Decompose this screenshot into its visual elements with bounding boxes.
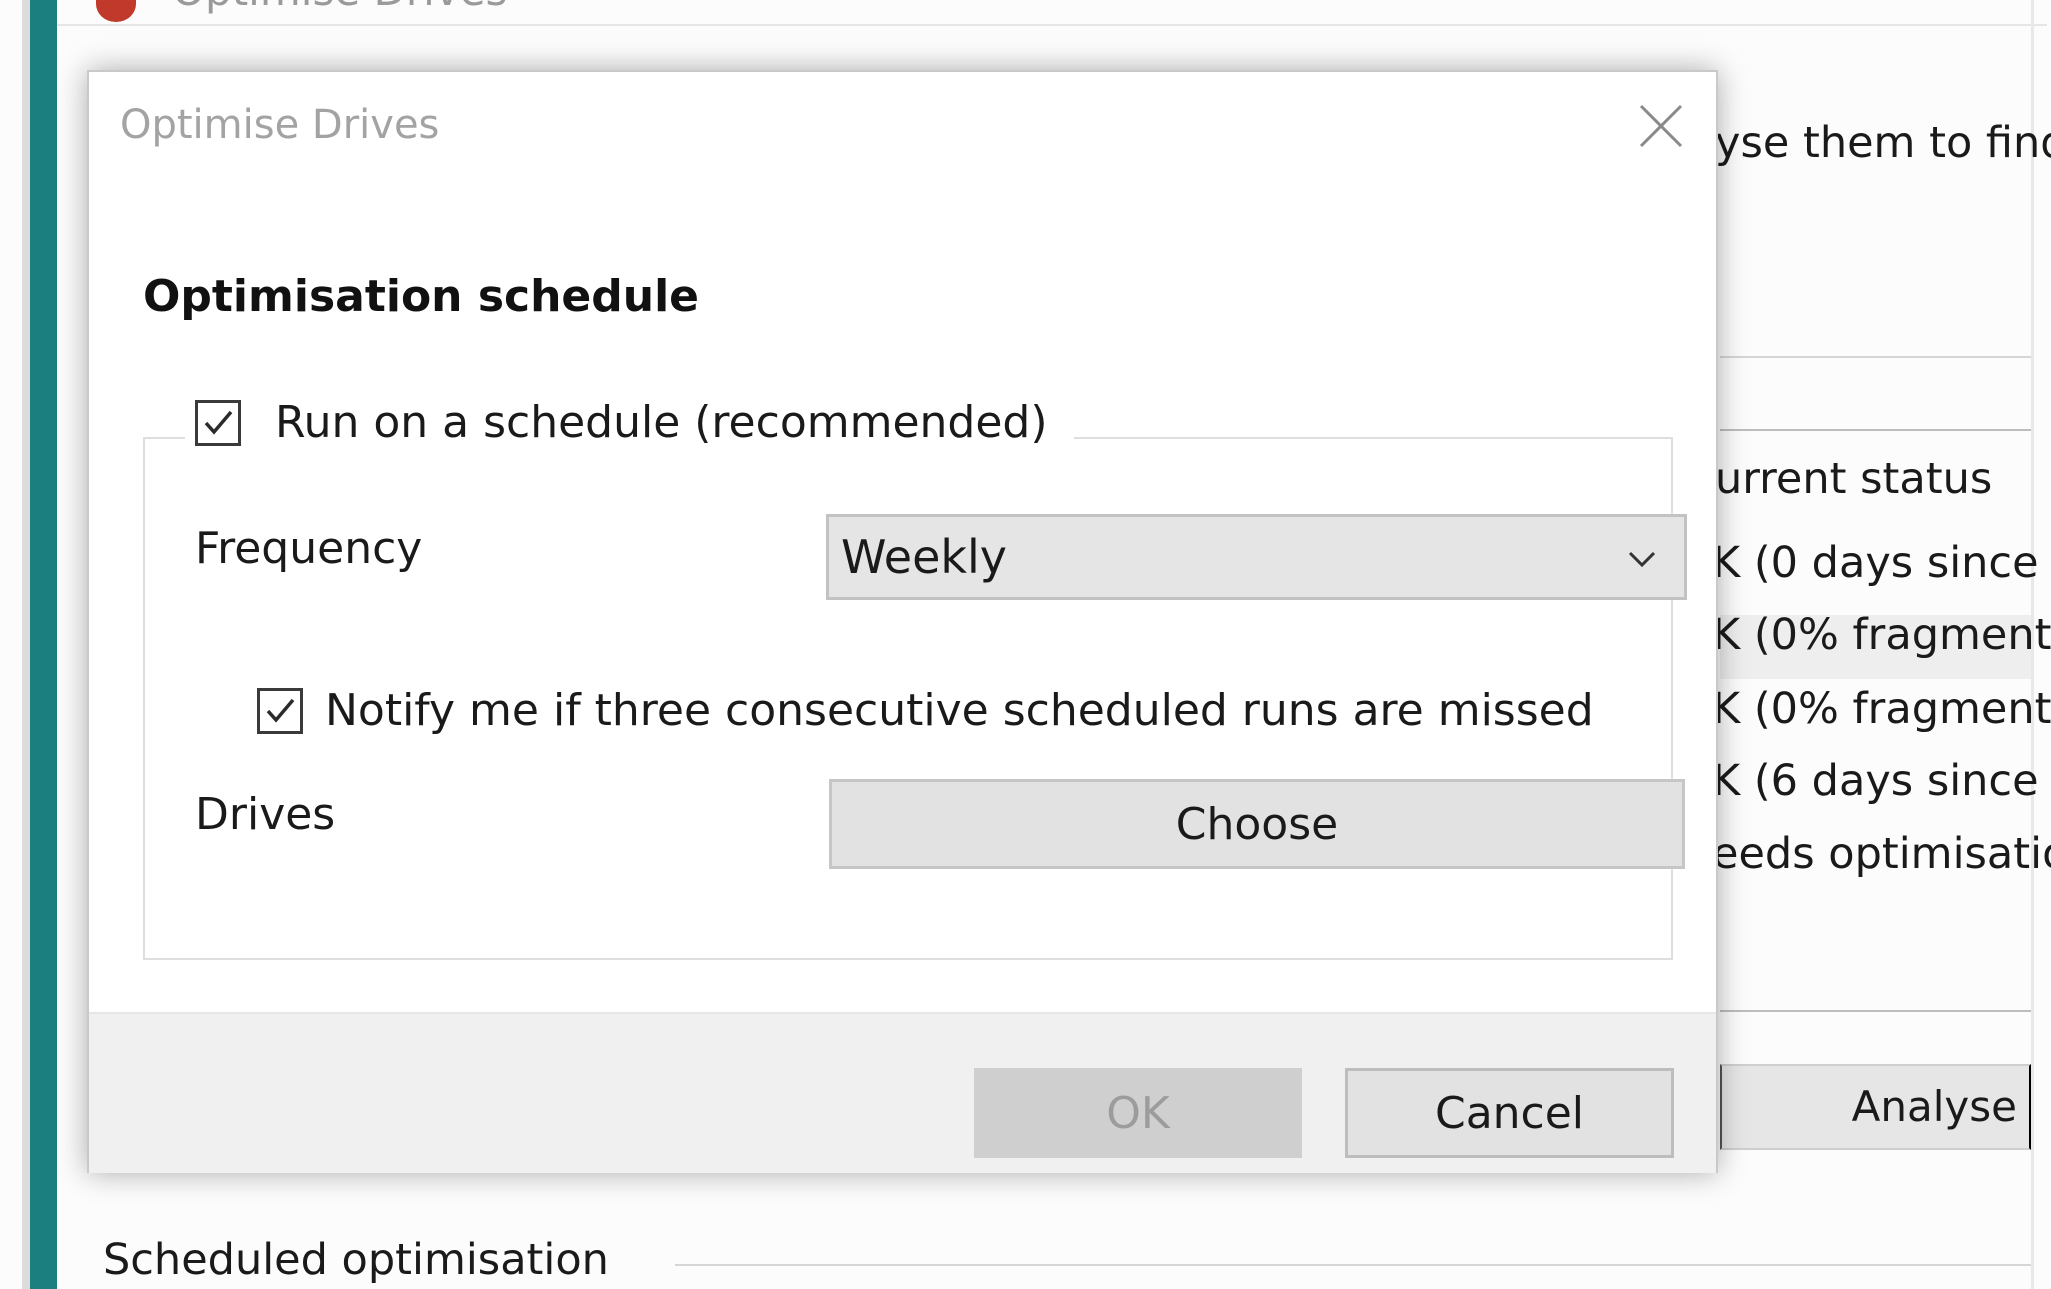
section-heading: Optimisation schedule [143, 271, 699, 322]
current-status-column-header[interactable]: urrent status [1715, 454, 1992, 504]
section-divider [675, 1264, 2031, 1266]
accent-bar [30, 0, 57, 1289]
list-bottom-divider [1720, 1010, 2031, 1012]
run-on-schedule-row: Run on a schedule (recommended) [185, 397, 1074, 448]
dialog-footer: OK Cancel [89, 1012, 1716, 1173]
status-cell[interactable]: K (0 days since l [1712, 538, 2051, 588]
status-cell[interactable]: K (0% fragment [1712, 610, 2051, 660]
analyse-button[interactable]: Analyse [1720, 1064, 2031, 1150]
background-window-title: Optimise Drives [172, 0, 507, 15]
frequency-selected-value: Weekly [841, 530, 1008, 584]
description-text: yse them to find [1715, 118, 2051, 168]
schedule-group: Run on a schedule (recommended) Frequenc… [143, 397, 1687, 960]
scheduled-optimisation-label: Scheduled optimisation [103, 1235, 609, 1285]
notify-row: Notify me if three consecutive scheduled… [257, 685, 1594, 736]
chevron-down-icon [1628, 551, 1656, 568]
optimisation-schedule-dialog: Optimise Drives Optimisation schedule Ru… [87, 70, 1718, 1173]
status-cell[interactable]: K (6 days since l [1712, 756, 2051, 806]
cancel-button[interactable]: Cancel [1345, 1068, 1674, 1158]
run-on-schedule-label[interactable]: Run on a schedule (recommended) [275, 397, 1048, 448]
ok-button[interactable]: OK [974, 1068, 1302, 1158]
title-bar-divider [57, 24, 2047, 26]
checkmark-icon [204, 410, 233, 435]
frequency-dropdown[interactable]: Weekly [826, 514, 1687, 600]
notify-missed-runs-label[interactable]: Notify me if three consecutive scheduled… [325, 685, 1594, 736]
status-cell[interactable]: K (0% fragment [1712, 684, 2051, 734]
choose-drives-button[interactable]: Choose [829, 779, 1685, 869]
run-on-schedule-checkbox[interactable] [195, 399, 241, 446]
window-border [22, 0, 30, 1289]
close-icon [1639, 104, 1683, 148]
frequency-label: Frequency [195, 523, 423, 574]
checkmark-icon [266, 698, 295, 723]
close-button[interactable] [1629, 94, 1693, 158]
notify-missed-runs-checkbox[interactable] [257, 687, 303, 734]
list-header-divider [1720, 429, 2031, 431]
app-icon [96, 0, 136, 22]
screen: Optimise Drives yse them to find urrent … [0, 0, 2051, 1289]
dialog-title: Optimise Drives [120, 102, 440, 148]
divider [1720, 356, 2031, 358]
status-cell[interactable]: eeds optimisatio [1712, 829, 2051, 879]
drives-label: Drives [195, 789, 336, 840]
